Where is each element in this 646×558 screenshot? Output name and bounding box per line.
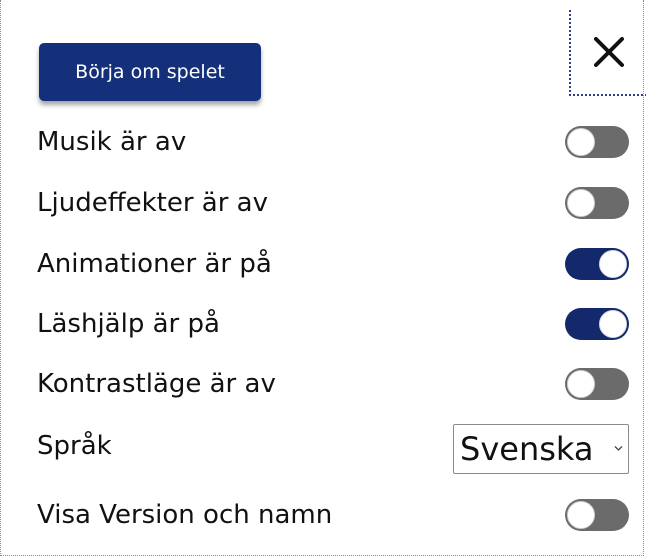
sound-effects-setting-label: Ljudeffekter är av <box>37 188 269 218</box>
show-version-setting-row: Visa Version och namn <box>37 495 629 535</box>
music-toggle-knob <box>567 128 595 156</box>
show-version-setting-label: Visa Version och namn <box>37 500 333 530</box>
close-button[interactable] <box>569 10 646 96</box>
language-setting-row: Språk Svenska <box>37 424 629 474</box>
music-setting-label: Musik är av <box>37 127 187 157</box>
close-icon <box>594 37 624 67</box>
sound-effects-setting-row: Ljudeffekter är av <box>37 183 629 223</box>
settings-panel: Börja om spelet Musik är av Ljudeffekter… <box>0 0 646 556</box>
contrast-mode-setting-label: Kontrastläge är av <box>37 369 276 399</box>
sound-effects-toggle[interactable] <box>565 187 629 219</box>
music-setting-row: Musik är av <box>37 122 629 162</box>
reading-aid-setting-label: Läshjälp är på <box>37 309 220 339</box>
reading-aid-toggle[interactable] <box>565 308 629 340</box>
chevron-down-icon <box>614 446 623 451</box>
contrast-mode-toggle-knob <box>567 370 595 398</box>
language-select[interactable]: Svenska <box>453 424 629 474</box>
animations-setting-row: Animationer är på <box>37 244 629 284</box>
show-version-toggle-knob <box>567 501 595 529</box>
sound-effects-toggle-knob <box>567 189 595 217</box>
show-version-toggle[interactable] <box>565 499 629 531</box>
restart-game-button[interactable]: Börja om spelet <box>39 43 261 101</box>
contrast-mode-toggle[interactable] <box>565 368 629 400</box>
animations-setting-label: Animationer är på <box>37 249 272 279</box>
reading-aid-toggle-knob <box>599 310 627 338</box>
animations-toggle[interactable] <box>565 248 629 280</box>
contrast-mode-setting-row: Kontrastläge är av <box>37 364 629 404</box>
music-toggle[interactable] <box>565 126 629 158</box>
language-selected-value: Svenska <box>460 430 594 468</box>
animations-toggle-knob <box>599 250 627 278</box>
reading-aid-setting-row: Läshjälp är på <box>37 304 629 344</box>
language-setting-label: Språk <box>37 431 112 461</box>
